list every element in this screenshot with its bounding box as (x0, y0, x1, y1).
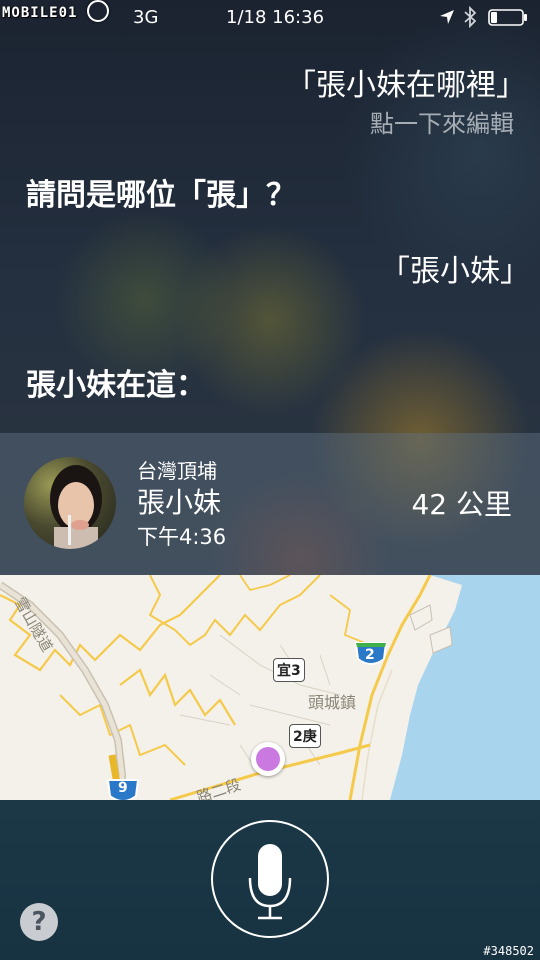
user-query[interactable]: 「張小妹在哪裡」 (286, 60, 526, 104)
logo-face-icon (86, 0, 109, 22)
location-pin[interactable] (251, 742, 285, 776)
contact-time: 下午4:36 (137, 525, 227, 549)
highway-shield-9-label: 9 (118, 780, 128, 796)
road-label-2geng: 2庚 (289, 724, 321, 748)
network-type: 3G (133, 7, 159, 28)
siri-result-heading: 張小妹在這： (26, 368, 206, 403)
user-answer[interactable]: 「張小妹」 (380, 246, 530, 290)
microphone-button[interactable] (211, 820, 329, 938)
help-button[interactable]: ? (20, 903, 58, 941)
location-pin-dot (256, 747, 280, 771)
contact-location-card[interactable]: 台灣頂埔 張小妹 下午4:36 42 公里 (0, 433, 540, 575)
status-clock: 1/18 16:36 (226, 7, 325, 28)
status-bar: MOBILE01 3G 1/18 16:36 (0, 0, 540, 36)
contact-distance: 42 公里 (411, 488, 512, 521)
highway-shield-2-label: 2 (365, 647, 375, 663)
bluetooth-icon (464, 6, 477, 28)
contact-avatar (24, 457, 116, 549)
town-label: 頭城鎮 (308, 693, 357, 712)
tap-to-edit-hint[interactable]: 點一下來編輯 (370, 104, 514, 139)
battery-icon (488, 9, 527, 26)
road-label-yi3: 宜3 (273, 658, 305, 682)
watermark-logo: MOBILE01 (2, 0, 109, 24)
contact-name: 張小妹 (137, 486, 222, 519)
image-id-watermark: #348502 (483, 944, 534, 958)
watermark-text: MOBILE01 (2, 5, 78, 21)
microphone-icon (248, 844, 292, 920)
location-map[interactable]: 宜3 2庚 2 9 頭城鎮 雪山隧道 路二段 (0, 575, 540, 800)
location-arrow-icon (440, 10, 454, 24)
contact-place: 台灣頂埔 (137, 459, 217, 483)
siri-question: 請問是哪位「張」？ (26, 178, 296, 213)
